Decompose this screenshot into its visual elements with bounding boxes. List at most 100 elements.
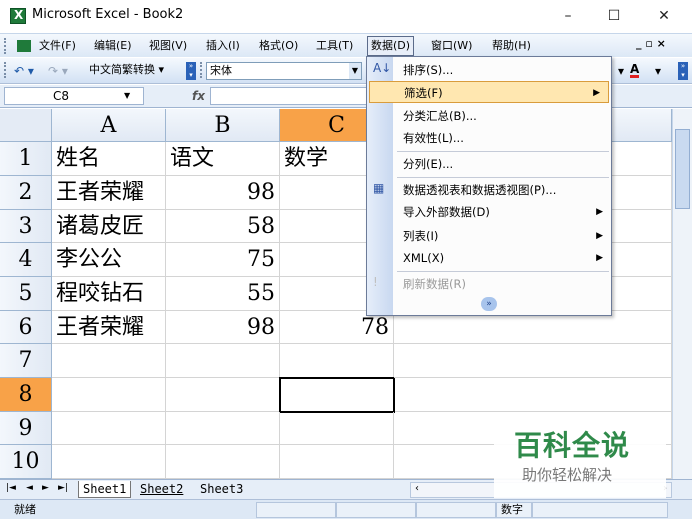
name-box[interactable]: C8 [4,87,144,105]
menu-item-import-data-label: 导入外部数据(D) [403,205,490,219]
cell-a7[interactable] [52,344,166,378]
fill-color-dropdown[interactable]: ▾ [618,62,624,80]
tab-sheet1[interactable]: Sheet1 [78,481,132,498]
menu-item-validation[interactable]: 有效性(L)... [393,127,611,149]
function-icon[interactable]: fx [192,89,205,103]
watermark-subtitle: 助你轻松解决 [522,466,613,484]
chevron-down-icon: ▼ [349,63,361,79]
menu-item-xml[interactable]: XML(X) ▶ [393,247,611,269]
cell-a9[interactable] [52,412,166,445]
cell-a1[interactable]: 姓名 [52,142,166,176]
row-header-4[interactable]: 4 [0,243,52,277]
undo-icon[interactable]: ↶ ▾ [14,62,34,80]
menu-insert[interactable]: 插入(I) [203,37,243,55]
menu-item-sort[interactable]: 排序(S)... [393,59,611,81]
tab-sheet2[interactable]: Sheet2 [136,481,187,498]
column-header-a[interactable]: A [52,109,166,142]
minimize-button[interactable]: – [548,4,588,28]
menu-tools[interactable]: 工具(T) [313,37,356,55]
menu-help[interactable]: 帮助(H) [489,37,534,55]
menu-item-import-data[interactable]: 导入外部数据(D) ▶ [393,201,611,223]
cell-a2[interactable]: 王者荣耀 [52,176,166,210]
vertical-scrollbar[interactable] [672,109,692,479]
cell-a10[interactable] [52,445,166,479]
menu-separator [397,151,609,152]
menu-item-filter[interactable]: 筛选(F) ▶ [369,81,609,103]
cell-a3[interactable]: 诸葛皮匠 [52,210,166,243]
cell-b10[interactable] [166,445,280,479]
cell-b6[interactable]: 98 [166,311,280,344]
toolbar-grip[interactable] [4,62,8,78]
tab-sheet3[interactable]: Sheet3 [196,481,247,498]
close-button[interactable]: ✕ [644,4,684,28]
row-header-9[interactable]: 9 [0,412,52,445]
row-header-2[interactable]: 2 [0,176,52,210]
formula-input[interactable] [210,87,370,105]
cell-a4[interactable]: 李公公 [52,243,166,277]
status-ready: 就绪 [14,503,36,516]
submenu-arrow-icon: ▶ [593,88,600,98]
next-sheet-icon[interactable]: ► [42,483,49,493]
menubar-grip[interactable] [4,38,8,54]
first-sheet-icon[interactable]: |◄ [6,483,16,493]
font-color-dropdown[interactable]: ▾ [655,62,661,80]
toolbar-overflow-icon[interactable]: » ▾ [186,62,196,80]
status-panel-3 [416,502,496,518]
cell-b7[interactable] [166,344,280,378]
cell-b3[interactable]: 58 [166,210,280,243]
redo-icon[interactable]: ↷ ▾ [48,62,68,80]
status-num-mode: 数字 [496,502,532,518]
select-all-corner[interactable] [0,109,52,142]
cell-c9[interactable] [280,412,394,445]
menu-window[interactable]: 窗口(W) [428,37,475,55]
chinese-convert-label: 中文简繁转换 [89,63,155,76]
cell-c10[interactable] [280,445,394,479]
cell-b5[interactable]: 55 [166,277,280,311]
menu-view[interactable]: 视图(V) [146,37,190,55]
cell-c7[interactable] [280,344,394,378]
row-header-5[interactable]: 5 [0,277,52,311]
cell-b4[interactable]: 75 [166,243,280,277]
row-header-3[interactable]: 3 [0,210,52,243]
menu-format[interactable]: 格式(O) [256,37,301,55]
menu-item-text-to-columns[interactable]: 分列(E)... [393,153,611,175]
menu-item-list[interactable]: 列表(I) ▶ [393,225,611,247]
toolbar-overflow-icon-2[interactable]: » ▾ [678,62,688,80]
cell-b8[interactable] [166,378,280,412]
scrollbar-thumb[interactable] [675,129,690,209]
menu-file[interactable]: 文件(F) [36,37,79,55]
chinese-convert-button[interactable]: 中文简繁转换 ▾ [86,62,182,80]
row-header-6[interactable]: 6 [0,311,52,344]
mdi-icon [17,40,31,52]
cell-a6[interactable]: 王者荣耀 [52,311,166,344]
scroll-left-icon[interactable]: ‹ [415,483,419,494]
cell-a8[interactable] [52,378,166,412]
cell-b2[interactable]: 98 [166,176,280,210]
doc-window-controls[interactable]: _ ▫ × [636,37,666,50]
menu-separator [397,271,609,272]
row-header-10[interactable]: 10 [0,445,52,479]
column-header-b[interactable]: B [166,109,280,142]
format-toolbar-grip[interactable] [200,62,204,78]
cell-b1[interactable]: 语文 [166,142,280,176]
status-panel-1 [256,502,336,518]
cell-c8-active[interactable] [279,377,395,413]
menu-item-pivot-table[interactable]: 数据透视表和数据透视图(P)... [393,179,611,201]
row-header-8[interactable]: 8 [0,378,52,412]
font-color-icon[interactable]: A [630,62,640,78]
row-header-7[interactable]: 7 [0,344,52,378]
cell-d7[interactable] [394,344,672,378]
row-header-1[interactable]: 1 [0,142,52,176]
maximize-button[interactable]: ☐ [594,4,634,28]
font-select[interactable]: 宋体 ▼ [206,62,362,80]
cell-a5[interactable]: 程咬钻石 [52,277,166,311]
prev-sheet-icon[interactable]: ◄ [26,483,33,493]
chevron-down-icon[interactable]: ▼ [124,91,130,100]
last-sheet-icon[interactable]: ►| [58,483,68,493]
expand-chevron-icon[interactable]: » [481,297,497,311]
cell-d8[interactable] [395,378,672,412]
menu-edit[interactable]: 编辑(E) [91,37,135,55]
menu-item-subtotal[interactable]: 分类汇总(B)... [393,105,611,127]
cell-b9[interactable] [166,412,280,445]
menu-data[interactable]: 数据(D) [367,36,415,56]
